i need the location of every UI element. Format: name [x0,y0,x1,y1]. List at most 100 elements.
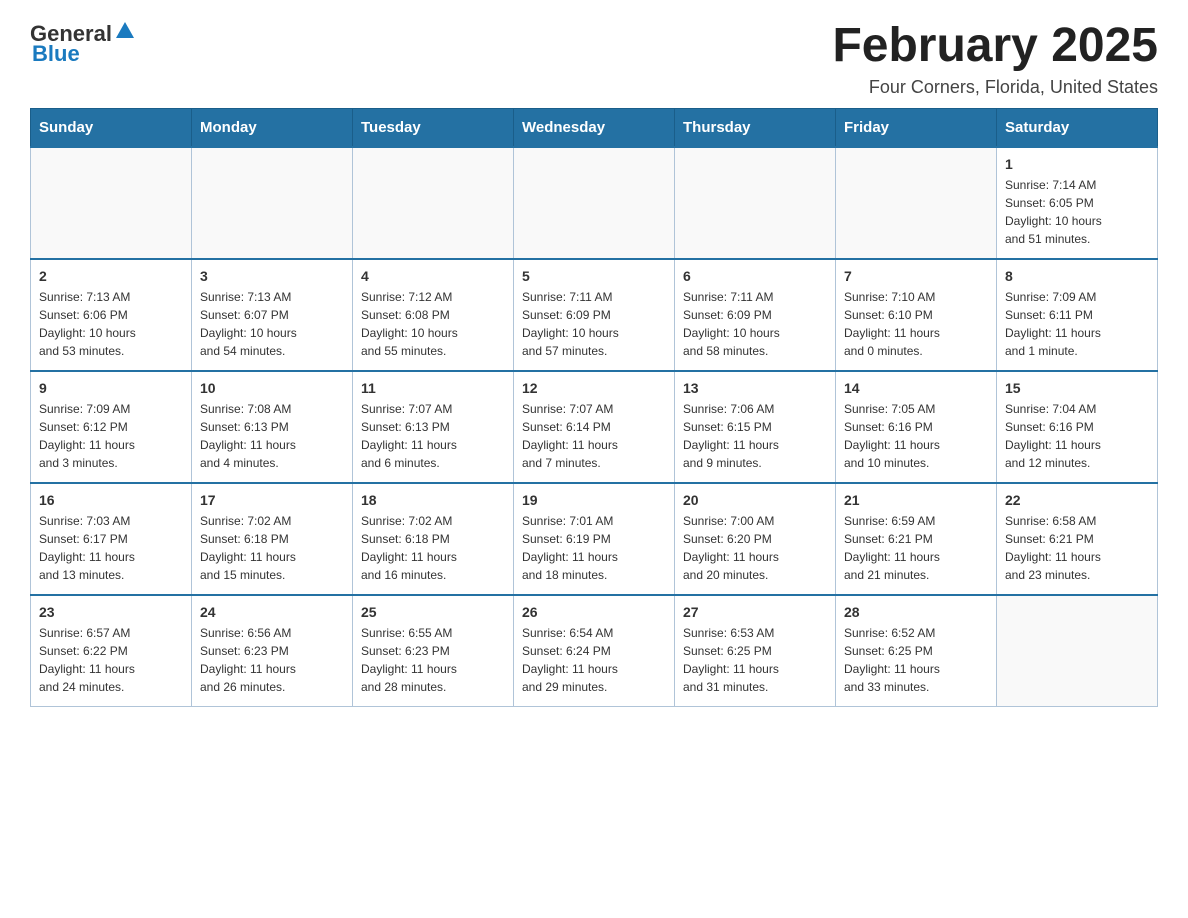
calendar-week-4: 16 Sunrise: 7:03 AM Sunset: 6:17 PM Dayli… [31,483,1158,595]
day-number: 11 [361,380,505,396]
day-info: Sunrise: 7:14 AM Sunset: 6:05 PM Dayligh… [1005,176,1149,248]
day-info: Sunrise: 7:03 AM Sunset: 6:17 PM Dayligh… [39,512,183,584]
title-block: February 2025 Four Corners, Florida, Uni… [832,20,1158,98]
calendar-cell: 2 Sunrise: 7:13 AM Sunset: 6:06 PM Daylig… [31,259,192,371]
day-number: 1 [1005,156,1149,172]
weekday-header-tuesday: Tuesday [353,108,514,147]
calendar-cell: 23 Sunrise: 6:57 AM Sunset: 6:22 PM Dayli… [31,595,192,707]
location-subtitle: Four Corners, Florida, United States [832,77,1158,98]
day-info: Sunrise: 7:07 AM Sunset: 6:14 PM Dayligh… [522,400,666,472]
day-info: Sunrise: 6:59 AM Sunset: 6:21 PM Dayligh… [844,512,988,584]
calendar-cell: 20Sunrise: 7:00 AM Sunset: 6:20 PM Dayli… [675,483,836,595]
calendar-cell: 18 Sunrise: 7:02 AM Sunset: 6:18 PM Dayli… [353,483,514,595]
calendar-cell: 3 Sunrise: 7:13 AM Sunset: 6:07 PM Daylig… [192,259,353,371]
weekday-header-wednesday: Wednesday [514,108,675,147]
day-info: Sunrise: 7:09 AM Sunset: 6:11 PM Dayligh… [1005,288,1149,360]
day-number: 12 [522,380,666,396]
day-number: 18 [361,492,505,508]
day-info: Sunrise: 7:02 AM Sunset: 6:18 PM Dayligh… [200,512,344,584]
calendar-cell [514,147,675,259]
calendar-cell [31,147,192,259]
day-number: 7 [844,268,988,284]
logo-blue: Blue [32,41,80,67]
day-info: Sunrise: 6:55 AM Sunset: 6:23 PM Dayligh… [361,624,505,696]
weekday-header-sunday: Sunday [31,108,192,147]
calendar-cell: 19 Sunrise: 7:01 AM Sunset: 6:19 PM Dayli… [514,483,675,595]
day-number: 17 [200,492,344,508]
day-number: 24 [200,604,344,620]
calendar-cell: 10 Sunrise: 7:08 AM Sunset: 6:13 PM Dayli… [192,371,353,483]
calendar-cell [192,147,353,259]
calendar-cell [675,147,836,259]
day-info: Sunrise: 7:07 AM Sunset: 6:13 PM Dayligh… [361,400,505,472]
day-info: Sunrise: 6:57 AM Sunset: 6:22 PM Dayligh… [39,624,183,696]
day-info: Sunrise: 7:06 AM Sunset: 6:15 PM Dayligh… [683,400,827,472]
day-number: 2 [39,268,183,284]
calendar-cell: 6 Sunrise: 7:11 AM Sunset: 6:09 PM Daylig… [675,259,836,371]
day-number: 13 [683,380,827,396]
day-info: Sunrise: 7:11 AM Sunset: 6:09 PM Dayligh… [683,288,827,360]
calendar-cell: 17 Sunrise: 7:02 AM Sunset: 6:18 PM Dayli… [192,483,353,595]
day-number: 3 [200,268,344,284]
day-info: Sunrise: 7:12 AM Sunset: 6:08 PM Dayligh… [361,288,505,360]
calendar-cell: 1 Sunrise: 7:14 AM Sunset: 6:05 PM Daylig… [997,147,1158,259]
day-info: Sunrise: 6:56 AM Sunset: 6:23 PM Dayligh… [200,624,344,696]
day-number: 14 [844,380,988,396]
day-info: Sunrise: 7:02 AM Sunset: 6:18 PM Dayligh… [361,512,505,584]
calendar-cell: 7Sunrise: 7:10 AM Sunset: 6:10 PM Daylig… [836,259,997,371]
day-number: 25 [361,604,505,620]
calendar-cell: 12 Sunrise: 7:07 AM Sunset: 6:14 PM Dayli… [514,371,675,483]
calendar-cell: 22 Sunrise: 6:58 AM Sunset: 6:21 PM Dayli… [997,483,1158,595]
day-number: 6 [683,268,827,284]
calendar-cell: 5 Sunrise: 7:11 AM Sunset: 6:09 PM Daylig… [514,259,675,371]
day-number: 16 [39,492,183,508]
logo-triangle-icon [114,20,136,42]
day-number: 15 [1005,380,1149,396]
day-info: Sunrise: 6:52 AM Sunset: 6:25 PM Dayligh… [844,624,988,696]
calendar-cell: 28 Sunrise: 6:52 AM Sunset: 6:25 PM Dayli… [836,595,997,707]
calendar-week-2: 2 Sunrise: 7:13 AM Sunset: 6:06 PM Daylig… [31,259,1158,371]
calendar-week-3: 9 Sunrise: 7:09 AM Sunset: 6:12 PM Daylig… [31,371,1158,483]
day-info: Sunrise: 7:11 AM Sunset: 6:09 PM Dayligh… [522,288,666,360]
calendar-cell: 15Sunrise: 7:04 AM Sunset: 6:16 PM Dayli… [997,371,1158,483]
logo: General Blue [30,20,136,67]
day-number: 4 [361,268,505,284]
page-header: General Blue February 2025 Four Corners,… [30,20,1158,98]
calendar-cell: 9 Sunrise: 7:09 AM Sunset: 6:12 PM Daylig… [31,371,192,483]
day-number: 9 [39,380,183,396]
calendar-table: SundayMondayTuesdayWednesdayThursdayFrid… [30,108,1158,707]
day-number: 23 [39,604,183,620]
day-number: 21 [844,492,988,508]
day-number: 19 [522,492,666,508]
month-title: February 2025 [832,20,1158,73]
day-number: 28 [844,604,988,620]
day-number: 27 [683,604,827,620]
day-number: 22 [1005,492,1149,508]
calendar-cell [836,147,997,259]
day-number: 20 [683,492,827,508]
day-info: Sunrise: 7:08 AM Sunset: 6:13 PM Dayligh… [200,400,344,472]
day-info: Sunrise: 6:58 AM Sunset: 6:21 PM Dayligh… [1005,512,1149,584]
day-info: Sunrise: 7:01 AM Sunset: 6:19 PM Dayligh… [522,512,666,584]
day-info: Sunrise: 7:09 AM Sunset: 6:12 PM Dayligh… [39,400,183,472]
day-info: Sunrise: 6:53 AM Sunset: 6:25 PM Dayligh… [683,624,827,696]
calendar-cell: 16 Sunrise: 7:03 AM Sunset: 6:17 PM Dayli… [31,483,192,595]
weekday-header-friday: Friday [836,108,997,147]
calendar-cell: 21 Sunrise: 6:59 AM Sunset: 6:21 PM Dayli… [836,483,997,595]
day-info: Sunrise: 7:13 AM Sunset: 6:07 PM Dayligh… [200,288,344,360]
calendar-cell: 25 Sunrise: 6:55 AM Sunset: 6:23 PM Dayli… [353,595,514,707]
weekday-header-monday: Monday [192,108,353,147]
day-number: 5 [522,268,666,284]
calendar-cell: 13 Sunrise: 7:06 AM Sunset: 6:15 PM Dayli… [675,371,836,483]
day-number: 10 [200,380,344,396]
calendar-cell: 4 Sunrise: 7:12 AM Sunset: 6:08 PM Daylig… [353,259,514,371]
calendar-cell: 24 Sunrise: 6:56 AM Sunset: 6:23 PM Dayli… [192,595,353,707]
calendar-cell: 27 Sunrise: 6:53 AM Sunset: 6:25 PM Dayli… [675,595,836,707]
day-info: Sunrise: 6:54 AM Sunset: 6:24 PM Dayligh… [522,624,666,696]
calendar-cell [997,595,1158,707]
calendar-cell: 11 Sunrise: 7:07 AM Sunset: 6:13 PM Dayli… [353,371,514,483]
calendar-week-5: 23 Sunrise: 6:57 AM Sunset: 6:22 PM Dayli… [31,595,1158,707]
calendar-cell [353,147,514,259]
day-info: Sunrise: 7:13 AM Sunset: 6:06 PM Dayligh… [39,288,183,360]
calendar-cell: 26Sunrise: 6:54 AM Sunset: 6:24 PM Dayli… [514,595,675,707]
